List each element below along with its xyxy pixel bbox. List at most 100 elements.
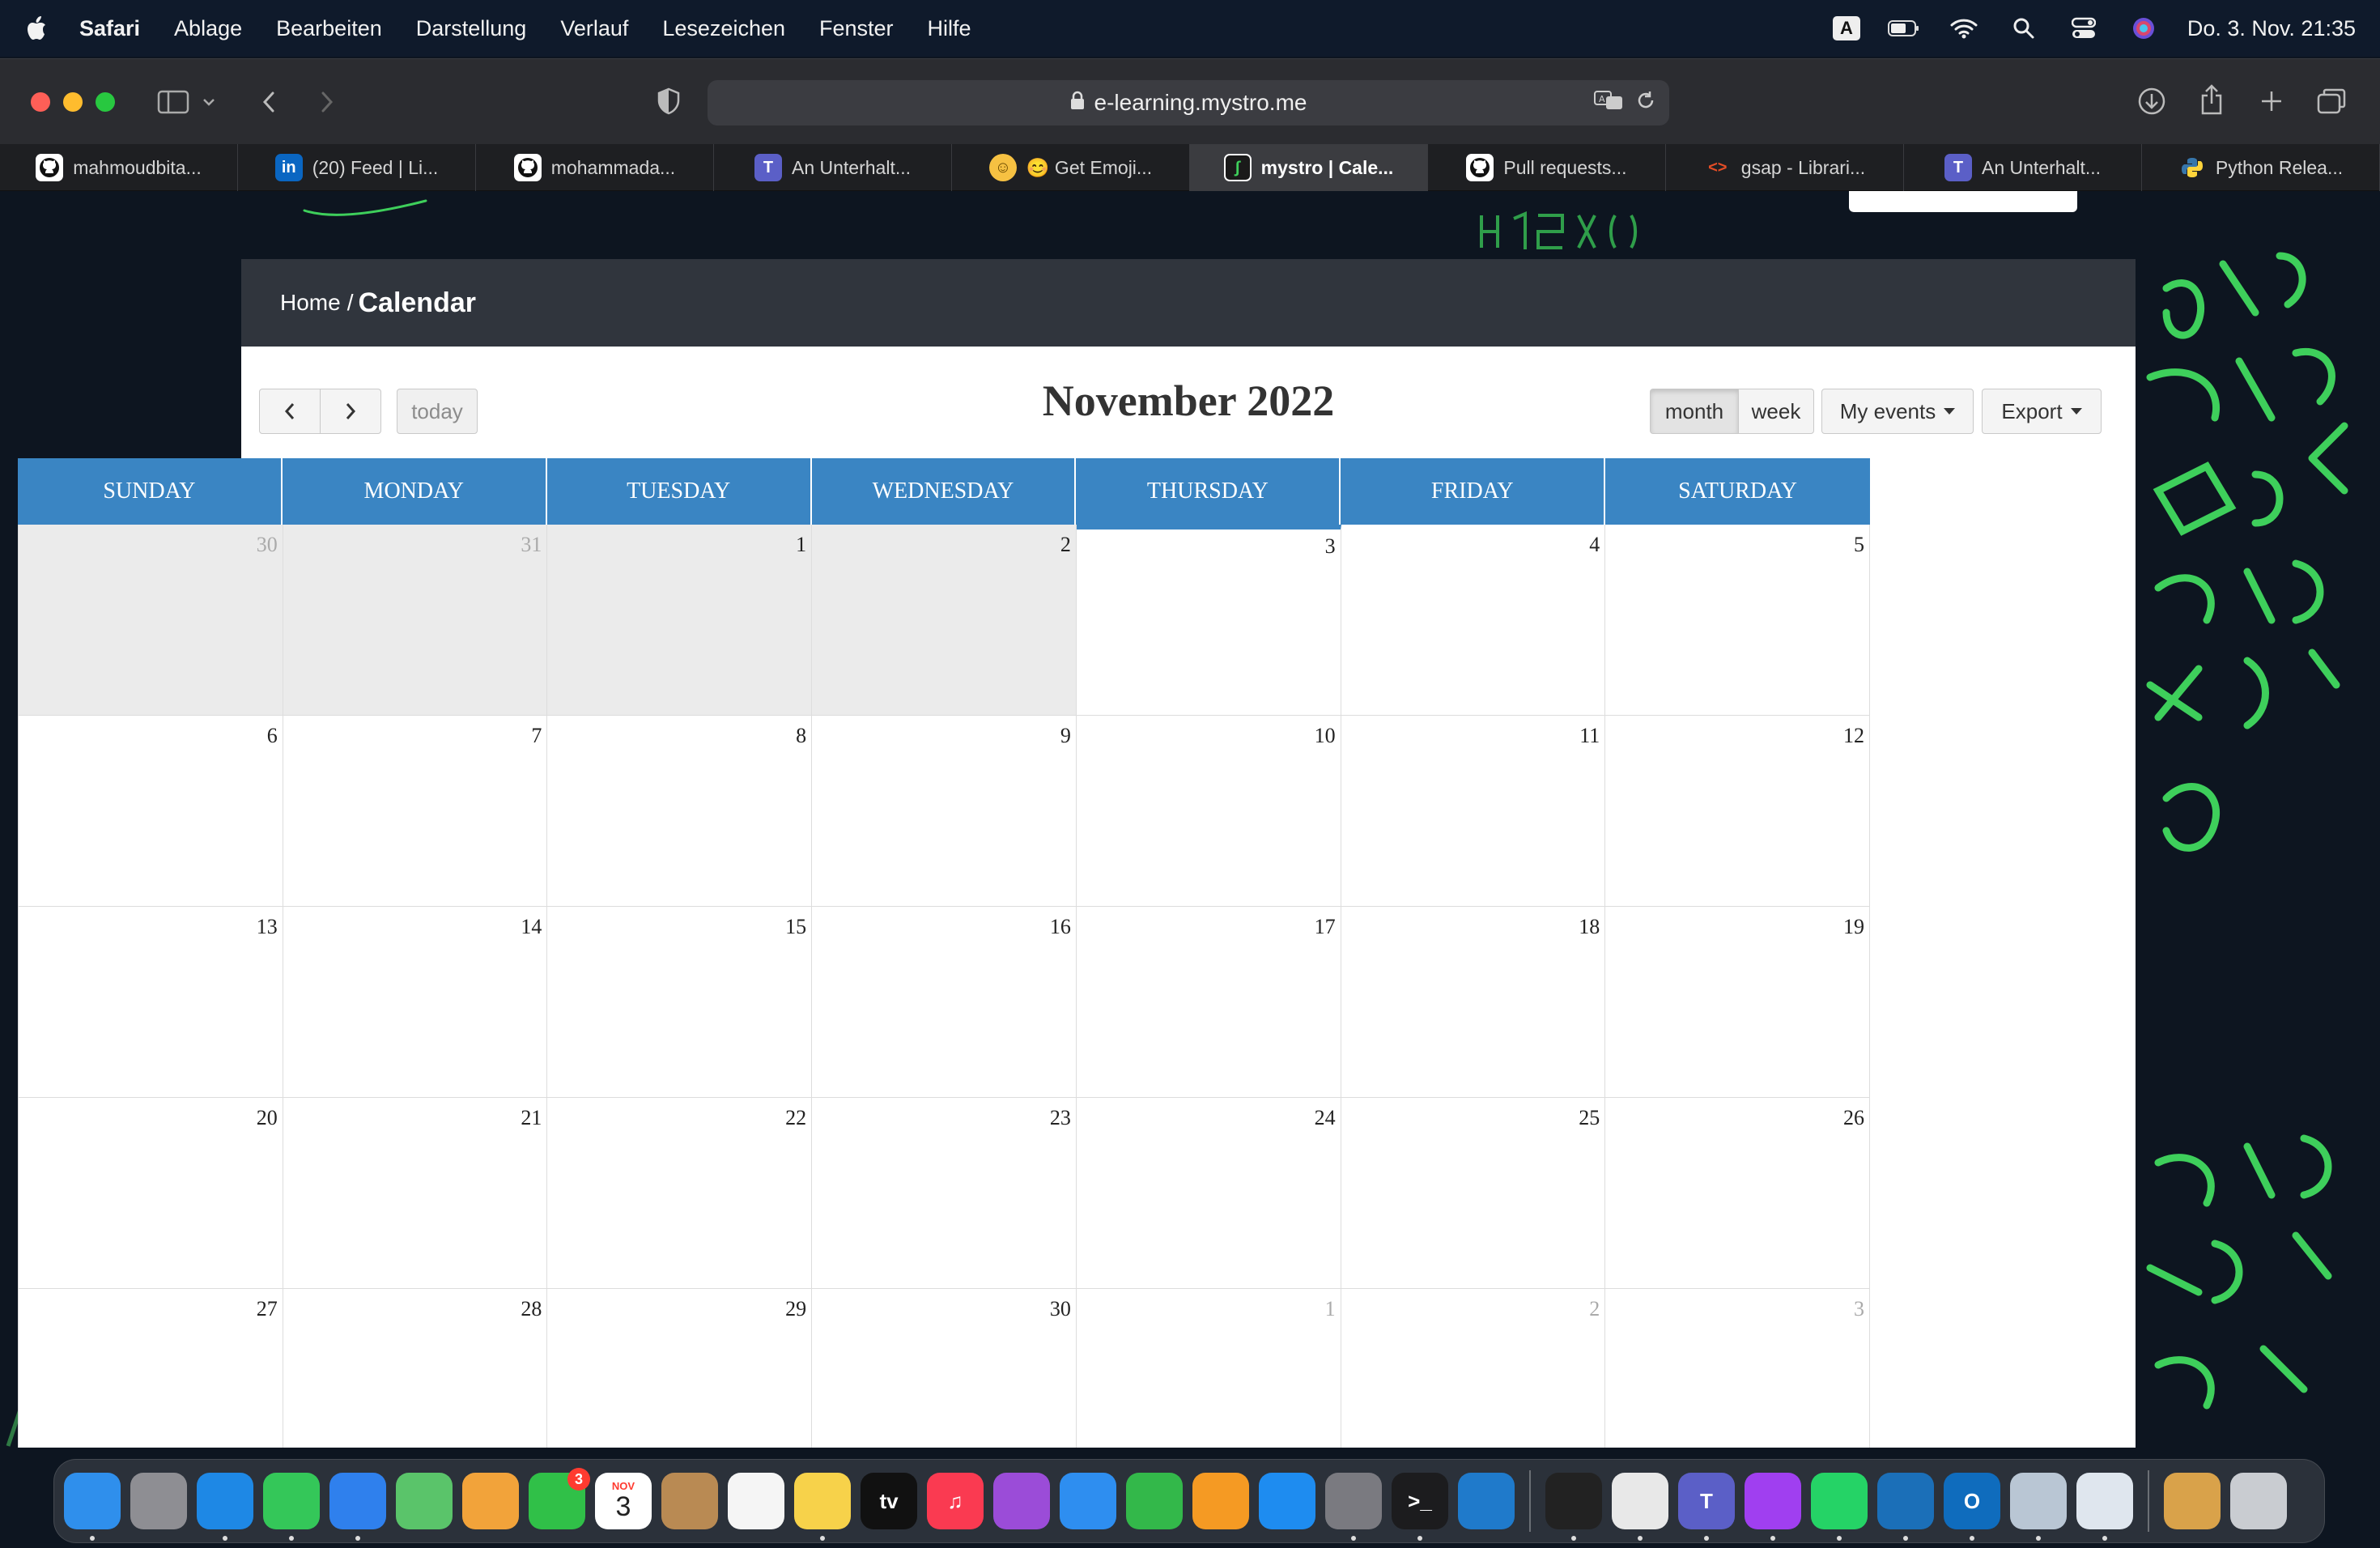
day-cell[interactable]: 19 <box>1605 907 1870 1098</box>
appstore-icon[interactable] <box>1259 1473 1315 1529</box>
day-number[interactable]: 3 <box>1325 534 1336 559</box>
day-cell[interactable]: 16 <box>812 907 1077 1098</box>
day-cell[interactable]: 22 <box>547 1098 813 1289</box>
breadcrumb-home-link[interactable]: Home <box>280 290 341 316</box>
day-number[interactable]: 11 <box>1579 724 1600 748</box>
pages-icon[interactable] <box>1192 1473 1249 1529</box>
day-cell[interactable]: 5 <box>1605 525 1870 716</box>
tab-github-mohammada[interactable]: mohammada... <box>476 144 714 191</box>
day-number[interactable]: 8 <box>796 724 806 748</box>
day-cell[interactable]: 9 <box>812 716 1077 907</box>
day-number[interactable]: 22 <box>785 1106 806 1130</box>
day-number[interactable]: 25 <box>1579 1106 1600 1130</box>
new-tab-icon[interactable] <box>2254 83 2289 119</box>
day-number[interactable]: 14 <box>521 915 542 939</box>
menu-darstellung[interactable]: Darstellung <box>416 16 527 41</box>
reminders-icon[interactable] <box>728 1473 784 1529</box>
day-cell[interactable]: 4 <box>1341 525 1606 716</box>
day-number[interactable]: 9 <box>1060 724 1071 748</box>
tab-github-mahmoudbita[interactable]: mahmoudbita... <box>0 144 238 191</box>
day-number[interactable]: 18 <box>1579 915 1600 939</box>
day-number[interactable]: 15 <box>785 915 806 939</box>
maps-icon[interactable] <box>396 1473 453 1529</box>
keynote-icon[interactable] <box>1060 1473 1116 1529</box>
day-number[interactable]: 26 <box>1843 1106 1864 1130</box>
day-number[interactable]: 5 <box>1854 533 1864 557</box>
spotlight-search-icon[interactable] <box>2008 15 2040 41</box>
day-number[interactable]: 3 <box>1854 1297 1864 1321</box>
sidebar-toggle-icon[interactable] <box>155 84 191 120</box>
appletv-icon[interactable]: tv <box>861 1473 917 1529</box>
podcasts-icon[interactable] <box>993 1473 1050 1529</box>
day-cell[interactable]: 2 <box>1341 1289 1606 1448</box>
trash-icon[interactable] <box>2230 1473 2287 1529</box>
share-icon[interactable] <box>2194 82 2229 117</box>
tab-teams-unterhaltung[interactable]: T An Unterhalt... <box>714 144 952 191</box>
day-number[interactable]: 29 <box>785 1297 806 1321</box>
safari-icon[interactable] <box>197 1473 253 1541</box>
numbers-icon[interactable] <box>1126 1473 1183 1529</box>
address-bar[interactable]: e-learning.mystro.me A <box>708 80 1669 125</box>
day-cell[interactable]: 26 <box>1605 1098 1870 1289</box>
day-cell[interactable]: 11 <box>1341 716 1606 907</box>
notes-icon[interactable] <box>794 1473 851 1541</box>
day-cell[interactable]: 1 <box>1076 1289 1341 1448</box>
day-cell[interactable]: 10 <box>1076 716 1341 907</box>
day-cell[interactable]: 18 <box>1341 907 1606 1098</box>
day-cell[interactable]: 6 <box>19 716 283 907</box>
day-number[interactable]: 16 <box>1050 915 1071 939</box>
day-cell[interactable]: 27 <box>19 1289 283 1448</box>
menu-bearbeiten[interactable]: Bearbeiten <box>276 16 382 41</box>
day-number[interactable]: 13 <box>257 915 278 939</box>
day-cell[interactable]: 15 <box>547 907 813 1098</box>
photos-icon[interactable] <box>462 1473 519 1529</box>
day-number[interactable]: 30 <box>257 533 278 557</box>
export-dropdown[interactable]: Export <box>1982 389 2102 434</box>
day-cell[interactable]: 13 <box>19 907 283 1098</box>
messenger-icon[interactable] <box>1745 1473 1801 1541</box>
day-number[interactable]: 12 <box>1843 724 1864 748</box>
day-cell[interactable]: 21 <box>283 1098 548 1289</box>
minimize-window-button[interactable] <box>63 91 83 112</box>
day-cell[interactable]: 12 <box>1605 716 1870 907</box>
tab-get-emoji[interactable]: ☺ 😊 Get Emoji... <box>952 144 1190 191</box>
menu-lesezeichen[interactable]: Lesezeichen <box>662 16 785 41</box>
day-cell[interactable]: 2 <box>812 525 1077 716</box>
music-icon[interactable]: ♫ <box>927 1473 984 1529</box>
day-cell[interactable]: 1 <box>547 525 813 716</box>
day-number[interactable]: 20 <box>257 1106 278 1130</box>
vscode-insiders-icon[interactable] <box>1877 1473 1934 1541</box>
menu-hilfe[interactable]: Hilfe <box>928 16 971 41</box>
chevron-down-icon[interactable] <box>191 84 227 120</box>
day-cell[interactable]: 17 <box>1076 907 1341 1098</box>
day-cell[interactable]: 24 <box>1076 1098 1341 1289</box>
whatsapp-icon[interactable] <box>1811 1473 1868 1541</box>
zoom-window-button[interactable] <box>96 91 115 112</box>
site-search-input[interactable] <box>1849 191 2077 212</box>
day-number[interactable]: 30 <box>1050 1297 1071 1321</box>
day-cell[interactable]: 20 <box>19 1098 283 1289</box>
day-number[interactable]: 17 <box>1315 915 1336 939</box>
facetime-icon[interactable]: 3 <box>529 1468 590 1529</box>
input-source-indicator[interactable]: A <box>1832 16 1860 40</box>
terminal-icon[interactable]: >_ <box>1392 1473 1448 1541</box>
outlook-icon[interactable]: O <box>1944 1473 2000 1541</box>
wifi-icon[interactable] <box>1948 15 1980 41</box>
contacts-icon[interactable] <box>661 1473 718 1529</box>
day-number[interactable]: 28 <box>521 1297 542 1321</box>
menu-fenster[interactable]: Fenster <box>819 16 894 41</box>
menu-verlauf[interactable]: Verlauf <box>560 16 628 41</box>
tab-gsap-libraries[interactable]: <> gsap - Librari... <box>1666 144 1904 191</box>
reload-icon[interactable] <box>1635 90 1656 117</box>
day-number[interactable]: 6 <box>267 724 278 748</box>
day-cell[interactable]: 30 <box>19 525 283 716</box>
day-cell[interactable]: 23 <box>812 1098 1077 1289</box>
forward-icon[interactable] <box>309 84 345 120</box>
tab-overview-icon[interactable] <box>2314 83 2349 119</box>
menu-app-name[interactable]: Safari <box>79 16 140 41</box>
day-cell[interactable]: 29 <box>547 1289 813 1448</box>
day-number[interactable]: 19 <box>1843 915 1864 939</box>
chrome-icon[interactable] <box>1612 1473 1668 1541</box>
day-cell[interactable]: 25 <box>1341 1098 1606 1289</box>
finder-icon[interactable] <box>64 1473 121 1541</box>
